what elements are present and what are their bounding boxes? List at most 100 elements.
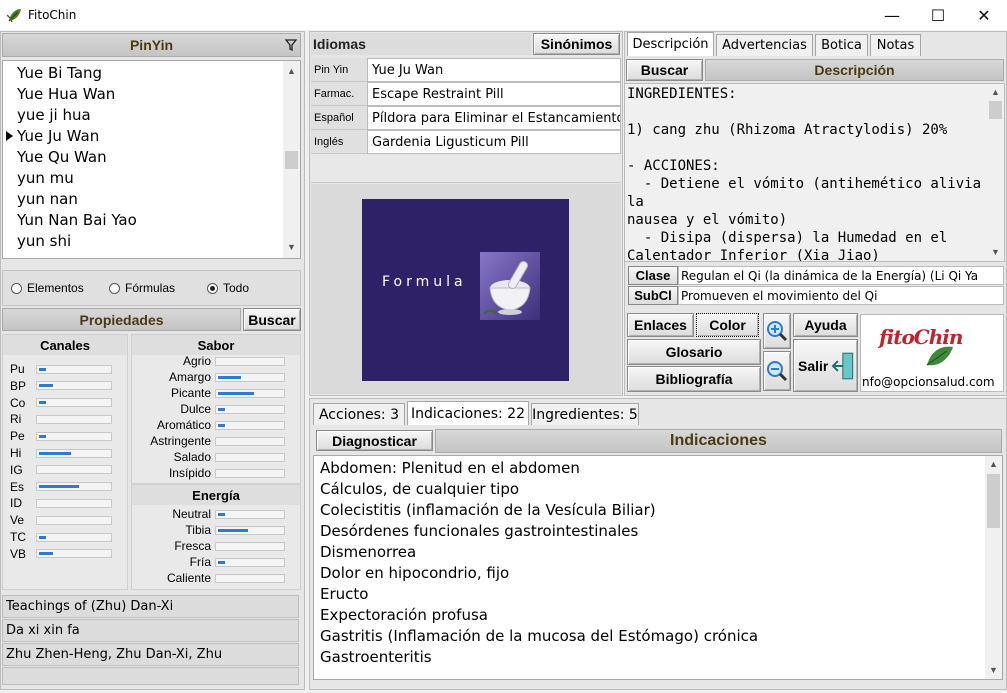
tab-acciones[interactable]: Acciones: 3 — [313, 403, 405, 425]
field-farmac-label: Farmac. — [311, 82, 367, 106]
property-meter-fill — [39, 384, 53, 388]
formula-list-item[interactable]: Yue Bi Tang — [3, 63, 300, 84]
tab-ingredientes[interactable]: Ingredientes: 5 — [531, 403, 639, 425]
indicacion-item[interactable]: Desórdenes funcionales gastrointestinale… — [314, 521, 1002, 542]
property-meter — [36, 364, 112, 374]
sinonimos-button[interactable]: Sinónimos — [533, 33, 620, 55]
formula-list-item[interactable]: Yun Nan Bai Yao — [3, 210, 300, 231]
description-scrollbar[interactable]: ▲ ▼ — [987, 84, 1004, 261]
tab-indicaciones[interactable]: Indicaciones: 22 — [407, 401, 529, 425]
formula-list[interactable]: Yue Bi Tang Yue Hua Wan yue ji hua Yue Ju W… — [2, 60, 301, 259]
indicacion-item[interactable]: Abdomen: Plenitud en el abdomen — [314, 458, 1002, 479]
formula-list-item[interactable]: Yue Ju Wan — [3, 126, 300, 147]
scroll-down-icon[interactable]: ▼ — [985, 662, 1002, 679]
indicaciones-list[interactable]: Abdomen: Plenitud en el abdomen Cálculos,… — [313, 455, 1003, 680]
indicacion-item[interactable]: Expectoración profusa — [314, 605, 1002, 626]
clase-button[interactable]: Clase — [628, 266, 678, 285]
tab-descripcion[interactable]: Descripción — [627, 32, 714, 56]
property-meter-fill — [218, 512, 225, 516]
field-espanol-value[interactable]: Píldora para Eliminar el Estancamiento — [367, 106, 621, 130]
subcl-button[interactable]: SubCl — [628, 286, 678, 305]
indicacion-item[interactable]: Gastroenteritis — [314, 647, 1002, 668]
field-ingles: Inglés Gardenia Ligusticum Pill — [311, 130, 621, 154]
pinyin-header[interactable]: PinYin — [2, 33, 301, 57]
formula-image-caption: Formula — [382, 274, 467, 290]
field-ingles-value[interactable]: Gardenia Ligusticum Pill — [367, 130, 621, 154]
description-box[interactable]: INGREDIENTES: 1) cang zhu (Rhizoma Atrac… — [624, 83, 1005, 262]
formula-list-item[interactable]: yun mu — [3, 168, 300, 189]
maximize-button[interactable]: ☐ — [915, 0, 961, 30]
title-bar: FitoChin — ☐ ✕ — [0, 0, 1007, 30]
source-row[interactable]: Da xi xin fa — [2, 619, 299, 642]
bibliografia-button[interactable]: Bibliografía — [627, 366, 761, 392]
scroll-down-icon[interactable]: ▼ — [987, 244, 1004, 261]
formula-list-item[interactable]: Yue Qu Wan — [3, 147, 300, 168]
zoom-out-button[interactable] — [763, 351, 791, 391]
radio-todo-dot[interactable] — [207, 282, 218, 294]
property-label: Caliente — [166, 571, 211, 585]
minimize-button[interactable]: — — [869, 0, 915, 30]
glosario-button[interactable]: Glosario — [627, 339, 761, 365]
color-button[interactable]: Color — [696, 313, 759, 337]
diagnosticar-button[interactable]: Diagnosticar — [316, 430, 433, 451]
field-pinyin: Pin Yin Yue Ju Wan — [311, 58, 621, 82]
property-label: Pe — [10, 429, 25, 444]
tab-notas[interactable]: Notas — [870, 34, 921, 56]
property-row: Ve — [10, 512, 112, 528]
indicacion-item[interactable]: Dismenorrea — [314, 542, 1002, 563]
filter-icon[interactable] — [281, 35, 301, 55]
indicacion-item[interactable]: Dolor en hipocondrio, fijo — [314, 563, 1002, 584]
tab-botica[interactable]: Botica — [815, 34, 868, 56]
salir-button[interactable]: Salir — [793, 339, 858, 392]
descripcion-header: Descripción — [705, 59, 1004, 81]
property-meter — [215, 436, 285, 446]
zoom-out-icon — [767, 361, 788, 382]
formula-list-item[interactable]: yun nan — [3, 189, 300, 210]
scroll-up-icon[interactable]: ▲ — [283, 63, 300, 80]
field-ingles-label: Inglés — [311, 130, 367, 154]
formula-list-item[interactable]: Yue Hua Wan — [3, 84, 300, 105]
scroll-thumb[interactable] — [987, 474, 1000, 528]
field-farmac-value[interactable]: Escape Restraint Pill — [367, 82, 621, 106]
radio-formulas[interactable]: Fórmulas — [109, 281, 207, 295]
property-label: Neutral — [172, 507, 211, 521]
clase-row: Clase Regulan el Qi (la dinámica de la E… — [628, 266, 1004, 285]
desc-buscar-button[interactable]: Buscar — [626, 59, 703, 81]
radio-formulas-dot[interactable] — [109, 282, 120, 294]
property-label: Amargo — [168, 370, 211, 384]
property-meter-fill — [218, 528, 248, 532]
tab-advertencias[interactable]: Advertencias — [716, 34, 813, 56]
source-row[interactable]: Teachings of (Zhu) Dan-Xi — [2, 595, 299, 618]
radio-elementos[interactable]: Elementos — [11, 281, 109, 295]
propiedades-buscar-button[interactable]: Buscar — [243, 308, 301, 331]
formula-list-item[interactable]: yun shi — [3, 231, 300, 252]
scroll-up-icon[interactable]: ▲ — [985, 456, 1002, 473]
property-meter — [215, 573, 285, 583]
scroll-up-icon[interactable]: ▲ — [987, 84, 1004, 101]
formula-list-item[interactable]: yue ji hua — [3, 105, 300, 126]
property-row: Pe — [10, 428, 112, 444]
formula-list-scrollbar[interactable]: ▲ ▼ — [283, 61, 300, 258]
indicacion-item[interactable]: Eructo — [314, 584, 1002, 605]
zoom-in-button[interactable] — [763, 313, 791, 349]
close-button[interactable]: ✕ — [961, 0, 1007, 30]
indicaciones-scrollbar[interactable]: ▲ ▼ — [985, 456, 1002, 679]
enlaces-button[interactable]: Enlaces — [627, 313, 694, 337]
indicacion-item[interactable]: Cálculos, de cualquier tipo — [314, 479, 1002, 500]
property-label: Aromático — [156, 418, 211, 432]
source-row[interactable]: Zhu Zhen-Heng, Zhu Dan-Xi, Zhu — [2, 643, 299, 666]
property-label: Picante — [170, 386, 211, 400]
radio-todo[interactable]: Todo — [207, 281, 249, 295]
radio-elementos-dot[interactable] — [11, 282, 22, 294]
indicaciones-header-label: Indicaciones — [670, 432, 767, 449]
property-meter — [215, 509, 285, 519]
field-pinyin-value[interactable]: Yue Ju Wan — [367, 58, 621, 82]
scroll-down-icon[interactable]: ▼ — [283, 239, 300, 256]
ayuda-button[interactable]: Ayuda — [793, 313, 858, 337]
scroll-thumb[interactable] — [285, 151, 298, 169]
indicacion-item[interactable]: Gastritis (Inflamación de la mucosa del … — [314, 626, 1002, 647]
indicacion-item[interactable]: Colecistitis (inflamación de la Vesícula… — [314, 500, 1002, 521]
fitochin-logo[interactable]: fitoChin nfo@opcionsalud.com — [860, 314, 1004, 392]
property-label: Tibia — [185, 523, 211, 537]
scroll-thumb[interactable] — [989, 101, 1002, 119]
